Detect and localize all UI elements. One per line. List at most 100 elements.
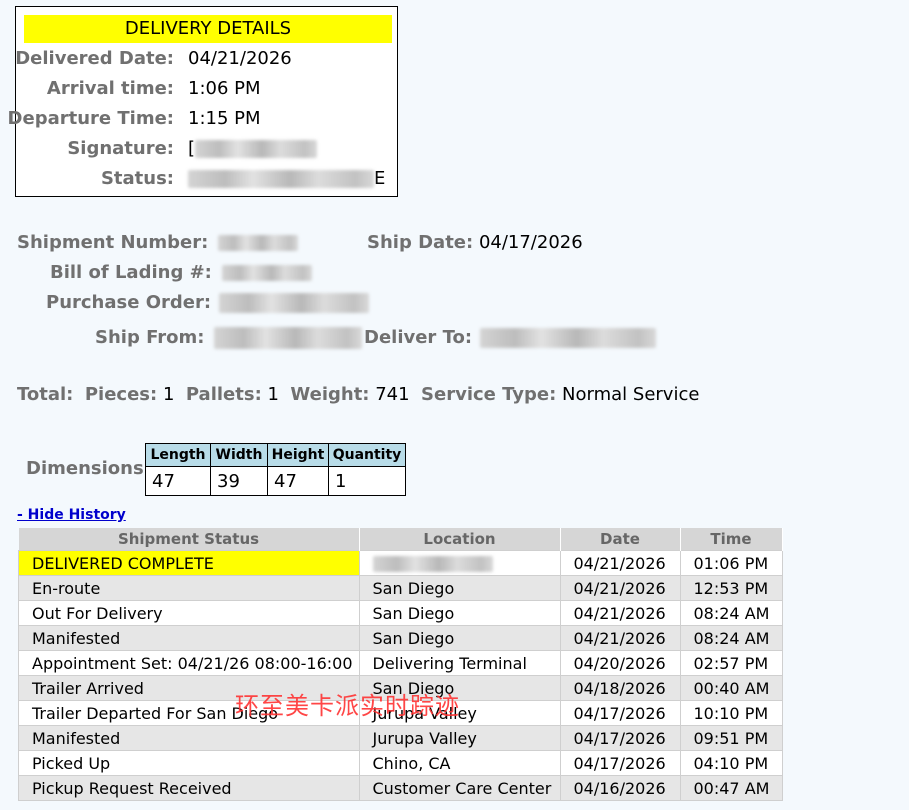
arrival-time-row: Arrival time: 1:06 PM	[16, 77, 389, 101]
history-date: 04/21/2026	[559, 600, 681, 626]
status-value: E	[188, 167, 385, 191]
history-location: San Diego	[358, 600, 561, 626]
history-date: 04/16/2026	[559, 775, 681, 801]
purchase-order-label: Purchase Order:	[46, 292, 212, 313]
redacted-bol	[221, 265, 312, 281]
history-time: 12:53 PM	[679, 575, 783, 601]
history-date: 04/21/2026	[559, 550, 681, 576]
dimensions-value-row: 47 39 47 1	[145, 466, 406, 496]
history-header-status: Shipment Status	[18, 528, 360, 551]
history-location	[358, 550, 561, 576]
history-row: Out For Delivery San Diego 04/21/2026 08…	[18, 600, 783, 626]
history-row: DELIVERED COMPLETE 04/21/2026 01:06 PM	[18, 550, 783, 576]
history-header-time: Time	[680, 528, 783, 551]
history-location: Customer Care Center	[358, 775, 561, 801]
history-status: En-route	[18, 575, 360, 601]
history-time: 08:24 AM	[679, 625, 783, 651]
history-date: 04/17/2026	[559, 750, 681, 776]
redacted-ship-from	[214, 327, 363, 349]
redacted-location	[372, 556, 493, 572]
history-row: Appointment Set: 04/21/26 08:00-16:00 De…	[18, 650, 783, 676]
signature-label: Signature:	[67, 138, 174, 159]
dimensions-label: Dimensions:	[26, 458, 151, 479]
ship-date-value: 04/17/2026	[478, 232, 583, 253]
ship-date-label: Ship Date:	[367, 232, 474, 253]
dim-quantity-value: 1	[328, 466, 406, 496]
redacted-purchase-order	[218, 293, 369, 313]
service-type-value: Normal Service	[562, 384, 700, 405]
history-date: 04/17/2026	[559, 725, 681, 751]
signature-fragment: [	[188, 138, 196, 159]
signature-value: [	[188, 137, 318, 161]
shipment-history-table: Shipment Status Location Date Time DELIV…	[18, 528, 783, 801]
history-location: Jurupa Valley	[358, 725, 561, 751]
history-location: Chino, CA	[358, 750, 561, 776]
pieces-value: 1	[162, 384, 175, 405]
hide-history-link[interactable]: - Hide History	[17, 507, 126, 523]
redacted-deliver-to	[479, 328, 656, 348]
history-status: Manifested	[18, 625, 360, 651]
history-location: Delivering Terminal	[358, 650, 561, 676]
history-header-row: Shipment Status Location Date Time	[18, 528, 783, 551]
redacted-signature	[195, 140, 318, 158]
weight-value: 741	[375, 384, 410, 405]
history-date: 04/20/2026	[559, 650, 681, 676]
status-fragment: E	[374, 168, 386, 189]
purchase-order-line: Purchase Order:	[46, 291, 369, 315]
weight-label: Weight:	[290, 384, 370, 405]
bol-line: Bill of Lading #:	[50, 261, 312, 285]
history-status: DELIVERED COMPLETE	[18, 550, 360, 576]
totals-line: Total: Pieces: 1 Pallets: 1 Weight: 741 …	[17, 383, 699, 407]
departure-time-row: Departure Time: 1:15 PM	[8, 107, 389, 131]
deliver-to-label: Deliver To:	[364, 327, 473, 348]
status-row: Status: E	[16, 167, 389, 191]
redacted-status	[188, 170, 374, 188]
history-time: 10:10 PM	[679, 700, 783, 726]
watermark-text: 环至美卡派实时踪迹	[235, 692, 460, 720]
total-label: Total:	[17, 384, 74, 405]
delivered-date-label: Delivered Date:	[15, 48, 174, 69]
arrival-time-label: Arrival time:	[46, 78, 174, 99]
dim-header-quantity: Quantity	[328, 443, 406, 467]
history-time: 08:24 AM	[679, 600, 783, 626]
service-type-label: Service Type:	[421, 384, 557, 405]
history-time: 01:06 PM	[679, 550, 783, 576]
shipment-number-label: Shipment Number:	[17, 232, 209, 253]
deliver-to-line: Deliver To:	[364, 326, 656, 350]
status-label: Status:	[100, 168, 174, 189]
ship-date-line: Ship Date: 04/17/2026	[367, 231, 583, 255]
history-location: San Diego	[358, 575, 561, 601]
history-date: 04/21/2026	[559, 575, 681, 601]
history-time: 00:47 AM	[679, 775, 783, 801]
dimensions-header-row: Length Width Height Quantity	[145, 443, 406, 467]
dim-header-height: Height	[267, 443, 329, 467]
history-header-date: Date	[560, 528, 681, 551]
shipment-number-line: Shipment Number:	[17, 231, 299, 255]
arrival-time-value: 1:06 PM	[188, 78, 261, 99]
pallets-value: 1	[267, 384, 279, 405]
history-header-location: Location	[359, 528, 561, 551]
dim-width-value: 39	[210, 466, 268, 496]
history-date: 04/18/2026	[559, 675, 681, 701]
history-row: Manifested San Diego 04/21/2026 08:24 AM	[18, 625, 783, 651]
dim-header-width: Width	[210, 443, 268, 467]
history-status: Manifested	[18, 725, 360, 751]
history-date: 04/21/2026	[559, 625, 681, 651]
history-time: 09:51 PM	[679, 725, 783, 751]
delivery-details-box: DELIVERY DETAILS Delivered Date: 04/21/2…	[8, 6, 398, 197]
history-status: Pickup Request Received	[18, 775, 360, 801]
dim-length-value: 47	[145, 466, 211, 496]
bol-label: Bill of Lading #:	[50, 262, 212, 283]
departure-time-label: Departure Time:	[7, 108, 174, 129]
delivered-date-value: 04/21/2026	[188, 48, 292, 69]
dim-header-length: Length	[145, 443, 211, 467]
history-row: En-route San Diego 04/21/2026 12:53 PM	[18, 575, 783, 601]
history-location: San Diego	[358, 625, 561, 651]
history-time: 00:40 AM	[679, 675, 783, 701]
pieces-label: Pieces:	[84, 384, 158, 405]
dimensions-table: Length Width Height Quantity 47 39 47 1	[145, 443, 406, 496]
history-row: Manifested Jurupa Valley 04/17/2026 09:5…	[18, 725, 783, 751]
history-date: 04/17/2026	[559, 700, 681, 726]
ship-from-line: Ship From:	[95, 326, 363, 350]
departure-time-value: 1:15 PM	[188, 108, 261, 129]
